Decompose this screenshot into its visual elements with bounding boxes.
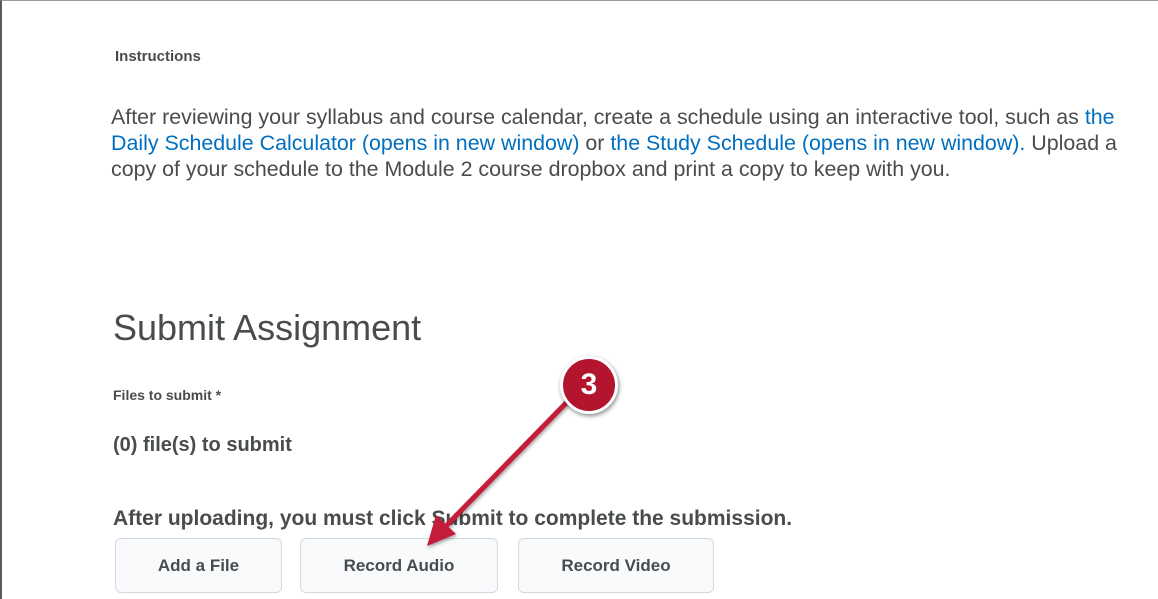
instructions-text-part2: or [579,131,611,155]
submit-assignment-title: Submit Assignment [113,307,422,348]
files-to-submit-label: Files to submit * [113,387,222,403]
page-frame: Instructions After reviewing your syllab… [0,0,1158,599]
instructions-text-part1: After reviewing your syllabus and course… [111,105,1085,129]
step-number-badge: 3 [560,356,618,414]
instructions-label: Instructions [115,48,201,65]
study-schedule-link[interactable]: the Study Schedule (opens in new window)… [610,131,1025,155]
instructions-text: After reviewing your syllabus and course… [111,104,1158,182]
add-file-button[interactable]: Add a File [115,538,282,593]
file-count: (0) file(s) to submit [113,434,292,456]
record-video-button[interactable]: Record Video [518,538,714,593]
record-audio-button[interactable]: Record Audio [300,538,498,593]
submission-note: After uploading, you must click Submit t… [113,507,793,530]
